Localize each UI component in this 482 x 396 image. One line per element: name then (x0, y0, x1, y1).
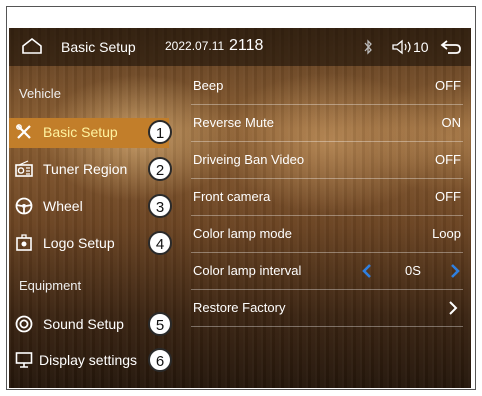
section-vehicle: Vehicle (19, 86, 61, 101)
sidebar-item-wheel[interactable]: Wheel 3 (9, 192, 172, 222)
setting-value[interactable]: Loop (432, 226, 461, 241)
setting-label: Reverse Mute (193, 115, 274, 130)
sidebar-item-label: Logo Setup (43, 235, 115, 251)
chevron-left-icon[interactable] (361, 263, 373, 279)
setting-label: Driveing Ban Video (193, 152, 305, 167)
setting-row-color-lamp-mode[interactable]: Color lamp mode Loop (191, 216, 463, 253)
setting-row-front-camera[interactable]: Front camera OFF (191, 179, 463, 216)
setting-row-driving-ban-video[interactable]: Driveing Ban Video OFF (191, 142, 463, 179)
callout-badge: 1 (148, 120, 172, 144)
setting-label: Front camera (193, 189, 271, 204)
sidebar-item-sound-setup[interactable]: Sound Setup 5 (9, 310, 172, 340)
home-outline-icon[interactable] (21, 37, 43, 55)
date-display: 2022.07.11 (165, 39, 225, 53)
setting-row-color-lamp-interval: Color lamp interval 0S (191, 253, 463, 290)
sound-icon (15, 315, 33, 333)
callout-badge: 6 (148, 348, 172, 372)
sidebar-item-logo-setup[interactable]: Logo Setup 4 (9, 229, 172, 259)
setting-label: Color lamp interval (193, 263, 302, 278)
setting-value[interactable]: OFF (435, 78, 461, 93)
setting-value[interactable]: ON (442, 115, 462, 130)
setting-label: Beep (193, 78, 224, 93)
page-title: Basic Setup (61, 39, 136, 55)
section-equipment: Equipment (19, 278, 82, 293)
radio-icon (15, 160, 33, 177)
top-bar: Basic Setup 2022.07.11 2118 10 (9, 28, 471, 66)
logo-image-icon (16, 234, 32, 251)
setting-row-beep[interactable]: Beep OFF (191, 68, 463, 105)
setting-label: Restore Factory (193, 300, 286, 315)
sidebar-item-basic-setup[interactable]: Basic Setup 1 (9, 118, 172, 148)
steering-wheel-icon (15, 197, 33, 215)
chevron-right-icon (449, 301, 458, 315)
chevron-right-icon[interactable] (449, 263, 461, 279)
setting-value: 0S (405, 263, 421, 278)
head-unit-screen: Basic Setup 2022.07.11 2118 10 Vehicle B… (9, 28, 471, 388)
tools-icon (16, 124, 31, 139)
callout-badge: 3 (148, 194, 172, 218)
setting-value[interactable]: OFF (435, 189, 461, 204)
setting-row-reverse-mute[interactable]: Reverse Mute ON (191, 105, 463, 142)
callout-badge: 2 (148, 157, 172, 181)
speaker-icon[interactable] (391, 39, 413, 55)
clock-display: 2118 (229, 37, 264, 54)
sidebar-item-display-settings[interactable]: Display settings 6 (9, 346, 172, 376)
sidebar-item-tuner-region[interactable]: Tuner Region 2 (9, 155, 172, 185)
setting-value[interactable]: OFF (435, 152, 461, 167)
setting-label: Color lamp mode (193, 226, 292, 241)
sidebar-item-label: Sound Setup (43, 316, 124, 332)
monitor-icon (15, 352, 33, 368)
callout-badge: 4 (148, 231, 172, 255)
callout-badge: 5 (148, 312, 172, 336)
sidebar-item-label: Basic Setup (43, 124, 118, 140)
setting-row-restore-factory[interactable]: Restore Factory (191, 290, 463, 327)
sidebar-item-label: Wheel (43, 198, 83, 214)
volume-level: 10 (413, 39, 429, 55)
return-arrow-icon[interactable] (439, 38, 463, 56)
sidebar-item-label: Tuner Region (43, 161, 128, 177)
sidebar-item-label: Display settings (39, 352, 138, 368)
bluetooth-icon (364, 39, 372, 55)
